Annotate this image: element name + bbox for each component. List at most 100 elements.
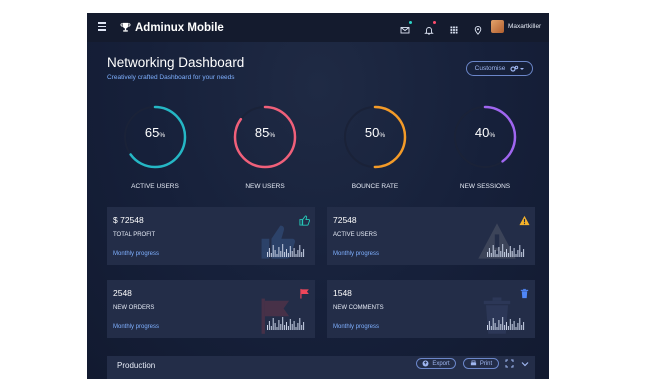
sparkline-bar bbox=[498, 247, 500, 257]
mini-bar-chart bbox=[267, 317, 305, 330]
sparkline-bar bbox=[276, 327, 278, 330]
card-value: $ 72548 bbox=[113, 215, 144, 225]
card-new-orders: 2548 NEW ORDERS Monthly progress bbox=[107, 280, 315, 338]
apps-grid-icon[interactable] bbox=[449, 22, 459, 34]
sparkline-bar bbox=[267, 325, 268, 330]
sparkline-bar bbox=[504, 325, 506, 330]
card-progress-link[interactable]: Monthly progress bbox=[113, 324, 159, 330]
gears-caret-icon bbox=[510, 65, 525, 72]
export-button[interactable]: Export bbox=[416, 358, 456, 369]
sparkline-bar bbox=[280, 251, 282, 257]
username: Maxartkiller bbox=[508, 23, 542, 30]
sparkline-bar bbox=[509, 319, 511, 330]
chevron-down-icon[interactable] bbox=[521, 360, 529, 368]
sparkline-bar bbox=[295, 327, 297, 330]
sparkline-bar bbox=[287, 326, 289, 330]
sparkline-bar bbox=[267, 252, 268, 257]
mail-icon[interactable] bbox=[400, 21, 412, 34]
gauge-label: NEW SESSIONS bbox=[459, 183, 511, 190]
menu-icon[interactable] bbox=[98, 22, 106, 31]
sparkline-bar bbox=[494, 250, 496, 257]
sparkline-bar bbox=[276, 254, 278, 257]
sparkline-bar bbox=[301, 252, 303, 257]
sparkline-bar bbox=[509, 246, 511, 257]
sparkline-bar bbox=[502, 244, 504, 257]
print-icon bbox=[470, 360, 476, 366]
card-value: 1548 bbox=[333, 288, 352, 298]
print-label: Print bbox=[479, 360, 493, 367]
card-progress-link[interactable]: Monthly progress bbox=[333, 251, 379, 257]
sparkline-bar bbox=[488, 248, 490, 257]
mini-bar-chart bbox=[487, 244, 525, 257]
sparkline-bar bbox=[511, 251, 513, 257]
sparkline-bar bbox=[498, 320, 500, 330]
sparkline-bar bbox=[502, 317, 504, 330]
sparkline-bar bbox=[282, 244, 284, 257]
location-pin-icon[interactable] bbox=[473, 22, 483, 35]
card-value: 72548 bbox=[333, 215, 357, 225]
sparkline-bar bbox=[293, 248, 295, 257]
brand-logo[interactable]: Adminux Mobile bbox=[120, 20, 224, 35]
gauge-value: 40% bbox=[474, 125, 496, 140]
bell-icon[interactable] bbox=[424, 21, 436, 35]
sparkline-bar bbox=[291, 324, 293, 330]
export-icon bbox=[422, 360, 429, 367]
sparkline-bar bbox=[301, 325, 303, 330]
sparkline-bar bbox=[272, 245, 274, 257]
print-button[interactable]: Print bbox=[463, 358, 499, 369]
sparkline-bar bbox=[494, 323, 496, 330]
dashboard-window: Adminux Mobile Maxartkiller Networking D… bbox=[87, 13, 549, 379]
production-title: Production bbox=[117, 361, 156, 370]
sparkline-bar bbox=[274, 323, 276, 330]
sparkline-bar bbox=[504, 252, 506, 257]
flag-icon bbox=[300, 288, 309, 299]
sparkline-bar bbox=[286, 249, 287, 257]
page-title: Networking Dashboard bbox=[107, 55, 245, 70]
sparkline-bar bbox=[523, 249, 525, 257]
sparkline-bar bbox=[487, 325, 488, 330]
page-subtitle: Creatively crafted Dashboard for your ne… bbox=[107, 74, 235, 81]
top-navbar: Adminux Mobile Maxartkiller bbox=[87, 13, 549, 42]
sparkline-bar bbox=[287, 253, 289, 257]
sparkline-bar bbox=[492, 318, 494, 330]
sparkline-bar bbox=[500, 251, 502, 257]
gauge-new-sessions: 40% NEW SESSIONS bbox=[445, 103, 525, 190]
gauge-label: ACTIVE USERS bbox=[131, 183, 179, 190]
mail-notification-dot bbox=[409, 21, 412, 24]
sparkline-bar bbox=[513, 321, 515, 330]
gauge-active-users: 65% ACTIVE USERS bbox=[115, 103, 195, 190]
thumbs-up-icon bbox=[299, 215, 310, 226]
sparkline-bar bbox=[515, 327, 517, 330]
sparkline-bar bbox=[487, 252, 488, 257]
trash-icon[interactable] bbox=[519, 288, 530, 299]
expand-icon[interactable] bbox=[505, 359, 514, 368]
card-label: ACTIVE USERS bbox=[333, 232, 378, 238]
sparkline-bar bbox=[270, 326, 272, 330]
customise-button[interactable]: Customise bbox=[466, 61, 533, 76]
sparkline-bar bbox=[507, 253, 509, 257]
sparkline-bar bbox=[291, 251, 293, 257]
sparkline-bar bbox=[270, 253, 272, 257]
gauge-bounce-rate: 50% BOUNCE RATE bbox=[335, 103, 415, 190]
avatar bbox=[491, 20, 504, 33]
sparkline-bar bbox=[521, 325, 523, 330]
sparkline-bar bbox=[268, 248, 270, 257]
bell-notification-dot bbox=[433, 21, 436, 24]
card-label: NEW COMMENTS bbox=[333, 305, 384, 311]
sparkline-bar bbox=[496, 327, 498, 330]
sparkline-bar bbox=[490, 253, 492, 257]
sparkline-bar bbox=[299, 245, 301, 257]
sparkline-bar bbox=[507, 326, 509, 330]
card-progress-link[interactable]: Monthly progress bbox=[113, 251, 159, 257]
trophy-icon bbox=[120, 22, 131, 32]
sparkline-bar bbox=[268, 321, 270, 330]
mini-bar-chart bbox=[487, 317, 525, 330]
user-menu[interactable]: Maxartkiller bbox=[491, 20, 541, 33]
sparkline-bar bbox=[286, 322, 287, 330]
sparkline-bar bbox=[299, 318, 301, 330]
card-progress-link[interactable]: Monthly progress bbox=[333, 324, 379, 330]
sparkline-bar bbox=[297, 250, 299, 257]
gauge-value: 85% bbox=[254, 125, 276, 140]
sparkline-bar bbox=[274, 250, 276, 257]
sparkline-bar bbox=[284, 325, 286, 330]
